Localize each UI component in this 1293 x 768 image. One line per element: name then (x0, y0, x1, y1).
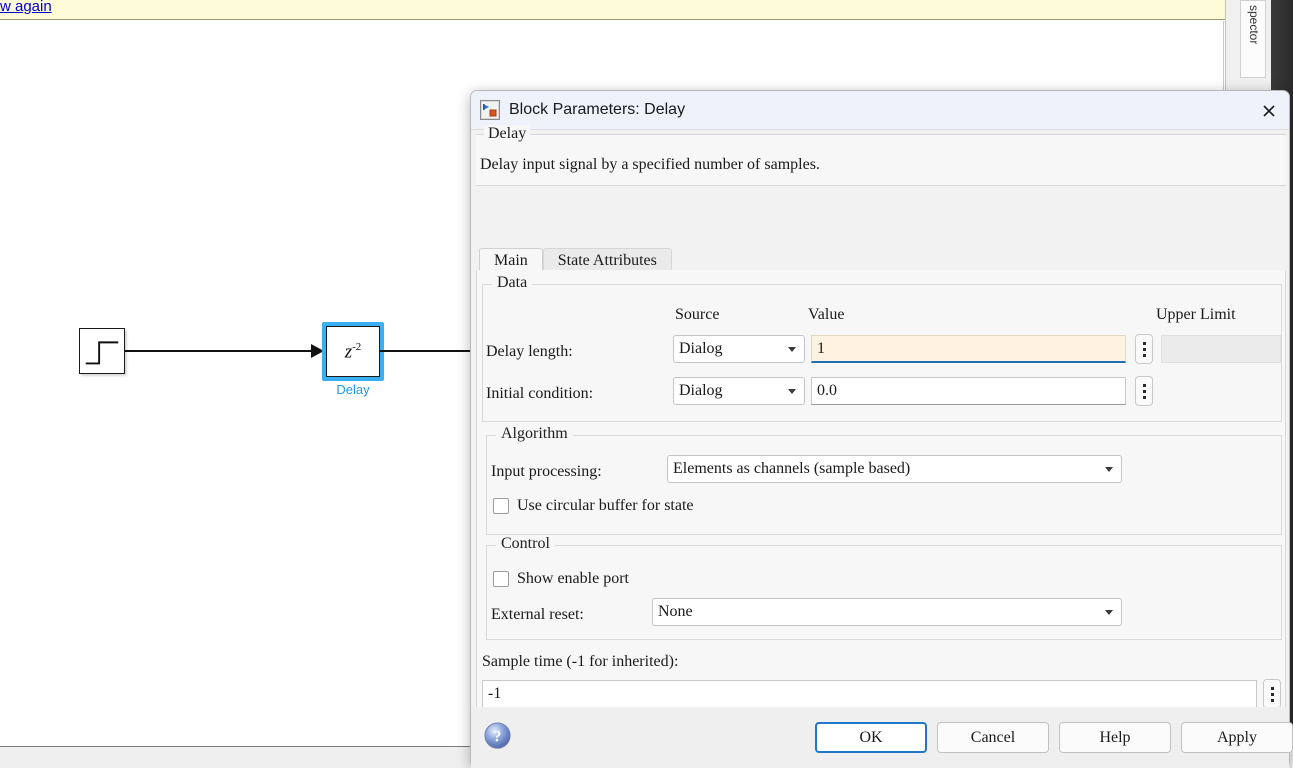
chevron-down-icon (1105, 610, 1113, 615)
cancel-button[interactable]: Cancel (937, 722, 1049, 753)
dialog-title: Block Parameters: Delay (509, 101, 686, 118)
external-reset-value: None (658, 603, 693, 620)
initial-condition-source-value: Dialog (679, 382, 723, 399)
delay-block-glyph: z-2 (344, 340, 362, 363)
use-circular-buffer-label: Use circular buffer for state (517, 497, 694, 514)
dot-icon (1142, 389, 1146, 393)
dot-icon (1142, 341, 1146, 345)
block-parameters-dialog: Block Parameters: Delay Delay Delay inpu… (470, 90, 1293, 768)
delay-length-options-button[interactable] (1135, 334, 1153, 364)
initial-condition-options-button[interactable] (1135, 376, 1153, 406)
delay-length-label: Delay length: (486, 343, 573, 360)
dot-icon (1142, 347, 1146, 351)
show-enable-port-checkbox[interactable] (493, 571, 509, 587)
delay-length-value-input[interactable] (811, 335, 1126, 363)
svg-text:?: ? (494, 728, 502, 745)
ok-button[interactable]: OK (815, 722, 927, 753)
dot-icon (1270, 686, 1274, 690)
step-block[interactable] (79, 328, 125, 374)
dot-icon (1270, 698, 1274, 702)
cancel-button-label: Cancel (970, 728, 1016, 746)
control-group: Control Show enable port External reset:… (486, 535, 1282, 640)
ok-button-label: OK (859, 728, 883, 746)
use-circular-buffer-checkbox[interactable] (493, 498, 509, 514)
dialog-title-bar: Block Parameters: Delay (471, 91, 1289, 130)
step-signal-icon (85, 341, 119, 365)
dot-icon (1142, 395, 1146, 399)
dialog-footer: ? OK Cancel Help Apply (471, 707, 1293, 768)
signal-line-step-to-delay (125, 350, 313, 352)
apply-button-label: Apply (1217, 728, 1257, 746)
delay-block[interactable]: z-2 (326, 326, 380, 377)
show-enable-port-label: Show enable port (517, 570, 629, 587)
column-header-upper-limit: Upper Limit (1156, 306, 1236, 323)
external-reset-label: External reset: (491, 606, 584, 623)
sample-time-label: Sample time (-1 for inherited): (482, 653, 679, 670)
input-processing-dropdown[interactable]: Elements as channels (sample based) (667, 455, 1122, 483)
help-sphere-icon[interactable]: ? (483, 721, 512, 750)
chevron-down-icon (1105, 467, 1113, 472)
help-button-label: Help (1099, 728, 1131, 746)
description-group: Delay Delay input signal by a specified … (476, 125, 1286, 186)
dot-icon (1142, 353, 1146, 357)
input-processing-label: Input processing: (491, 463, 602, 480)
dialog-tabs: Main State Attributes (479, 246, 672, 273)
dialog-body: Delay Delay input signal by a specified … (471, 125, 1293, 768)
control-group-legend: Control (496, 535, 555, 553)
sample-time-input[interactable] (482, 680, 1257, 708)
property-inspector-tab[interactable]: spector (1240, 0, 1266, 78)
column-header-value: Value (808, 306, 845, 323)
main-tab-panel: Data Source Value Upper Limit Delay leng… (476, 270, 1286, 733)
help-button[interactable]: Help (1059, 722, 1171, 753)
description-text: Delay input signal by a specified number… (480, 156, 820, 173)
initial-condition-label: Initial condition: (486, 385, 594, 402)
show-enable-port-checkbox-row[interactable]: Show enable port (493, 570, 629, 588)
algorithm-group-legend: Algorithm (496, 425, 573, 443)
external-reset-dropdown[interactable]: None (652, 598, 1122, 626)
property-inspector-tab-label: spector (1247, 5, 1261, 45)
use-circular-buffer-checkbox-row[interactable]: Use circular buffer for state (493, 497, 694, 515)
input-processing-value: Elements as channels (sample based) (673, 460, 911, 477)
notification-bar: w again (0, 0, 1232, 20)
delay-length-upper-limit-input[interactable] (1161, 335, 1281, 363)
apply-button[interactable]: Apply (1181, 722, 1293, 753)
initial-condition-value-input[interactable] (811, 377, 1126, 405)
dot-icon (1270, 692, 1274, 696)
delay-length-source-dropdown[interactable]: Dialog (673, 335, 805, 363)
chevron-down-icon (788, 347, 796, 352)
data-group: Data Source Value Upper Limit Delay leng… (482, 274, 1282, 422)
notification-link[interactable]: w again (0, 0, 52, 15)
dot-icon (1142, 383, 1146, 387)
description-legend: Delay (484, 125, 531, 143)
tab-state-attributes-label: State Attributes (557, 251, 657, 269)
close-icon[interactable] (1257, 99, 1281, 123)
initial-condition-source-dropdown[interactable]: Dialog (673, 377, 805, 405)
close-icon-glyph (1263, 105, 1275, 117)
delay-length-source-value: Dialog (679, 340, 723, 357)
algorithm-group: Algorithm Input processing: Elements as … (486, 425, 1282, 535)
screen: w again spector z-2 Delay Block Paramete… (0, 0, 1293, 768)
signal-line-delay-out (380, 350, 480, 352)
delay-block-caption: Delay (336, 382, 370, 397)
chevron-down-icon (788, 389, 796, 394)
data-group-legend: Data (492, 274, 533, 292)
column-header-source: Source (675, 306, 720, 323)
simulink-block-icon (480, 100, 500, 120)
tab-main-label: Main (494, 251, 528, 269)
sample-time-options-button[interactable] (1263, 679, 1281, 709)
delay-block-exponent: -2 (352, 340, 362, 353)
